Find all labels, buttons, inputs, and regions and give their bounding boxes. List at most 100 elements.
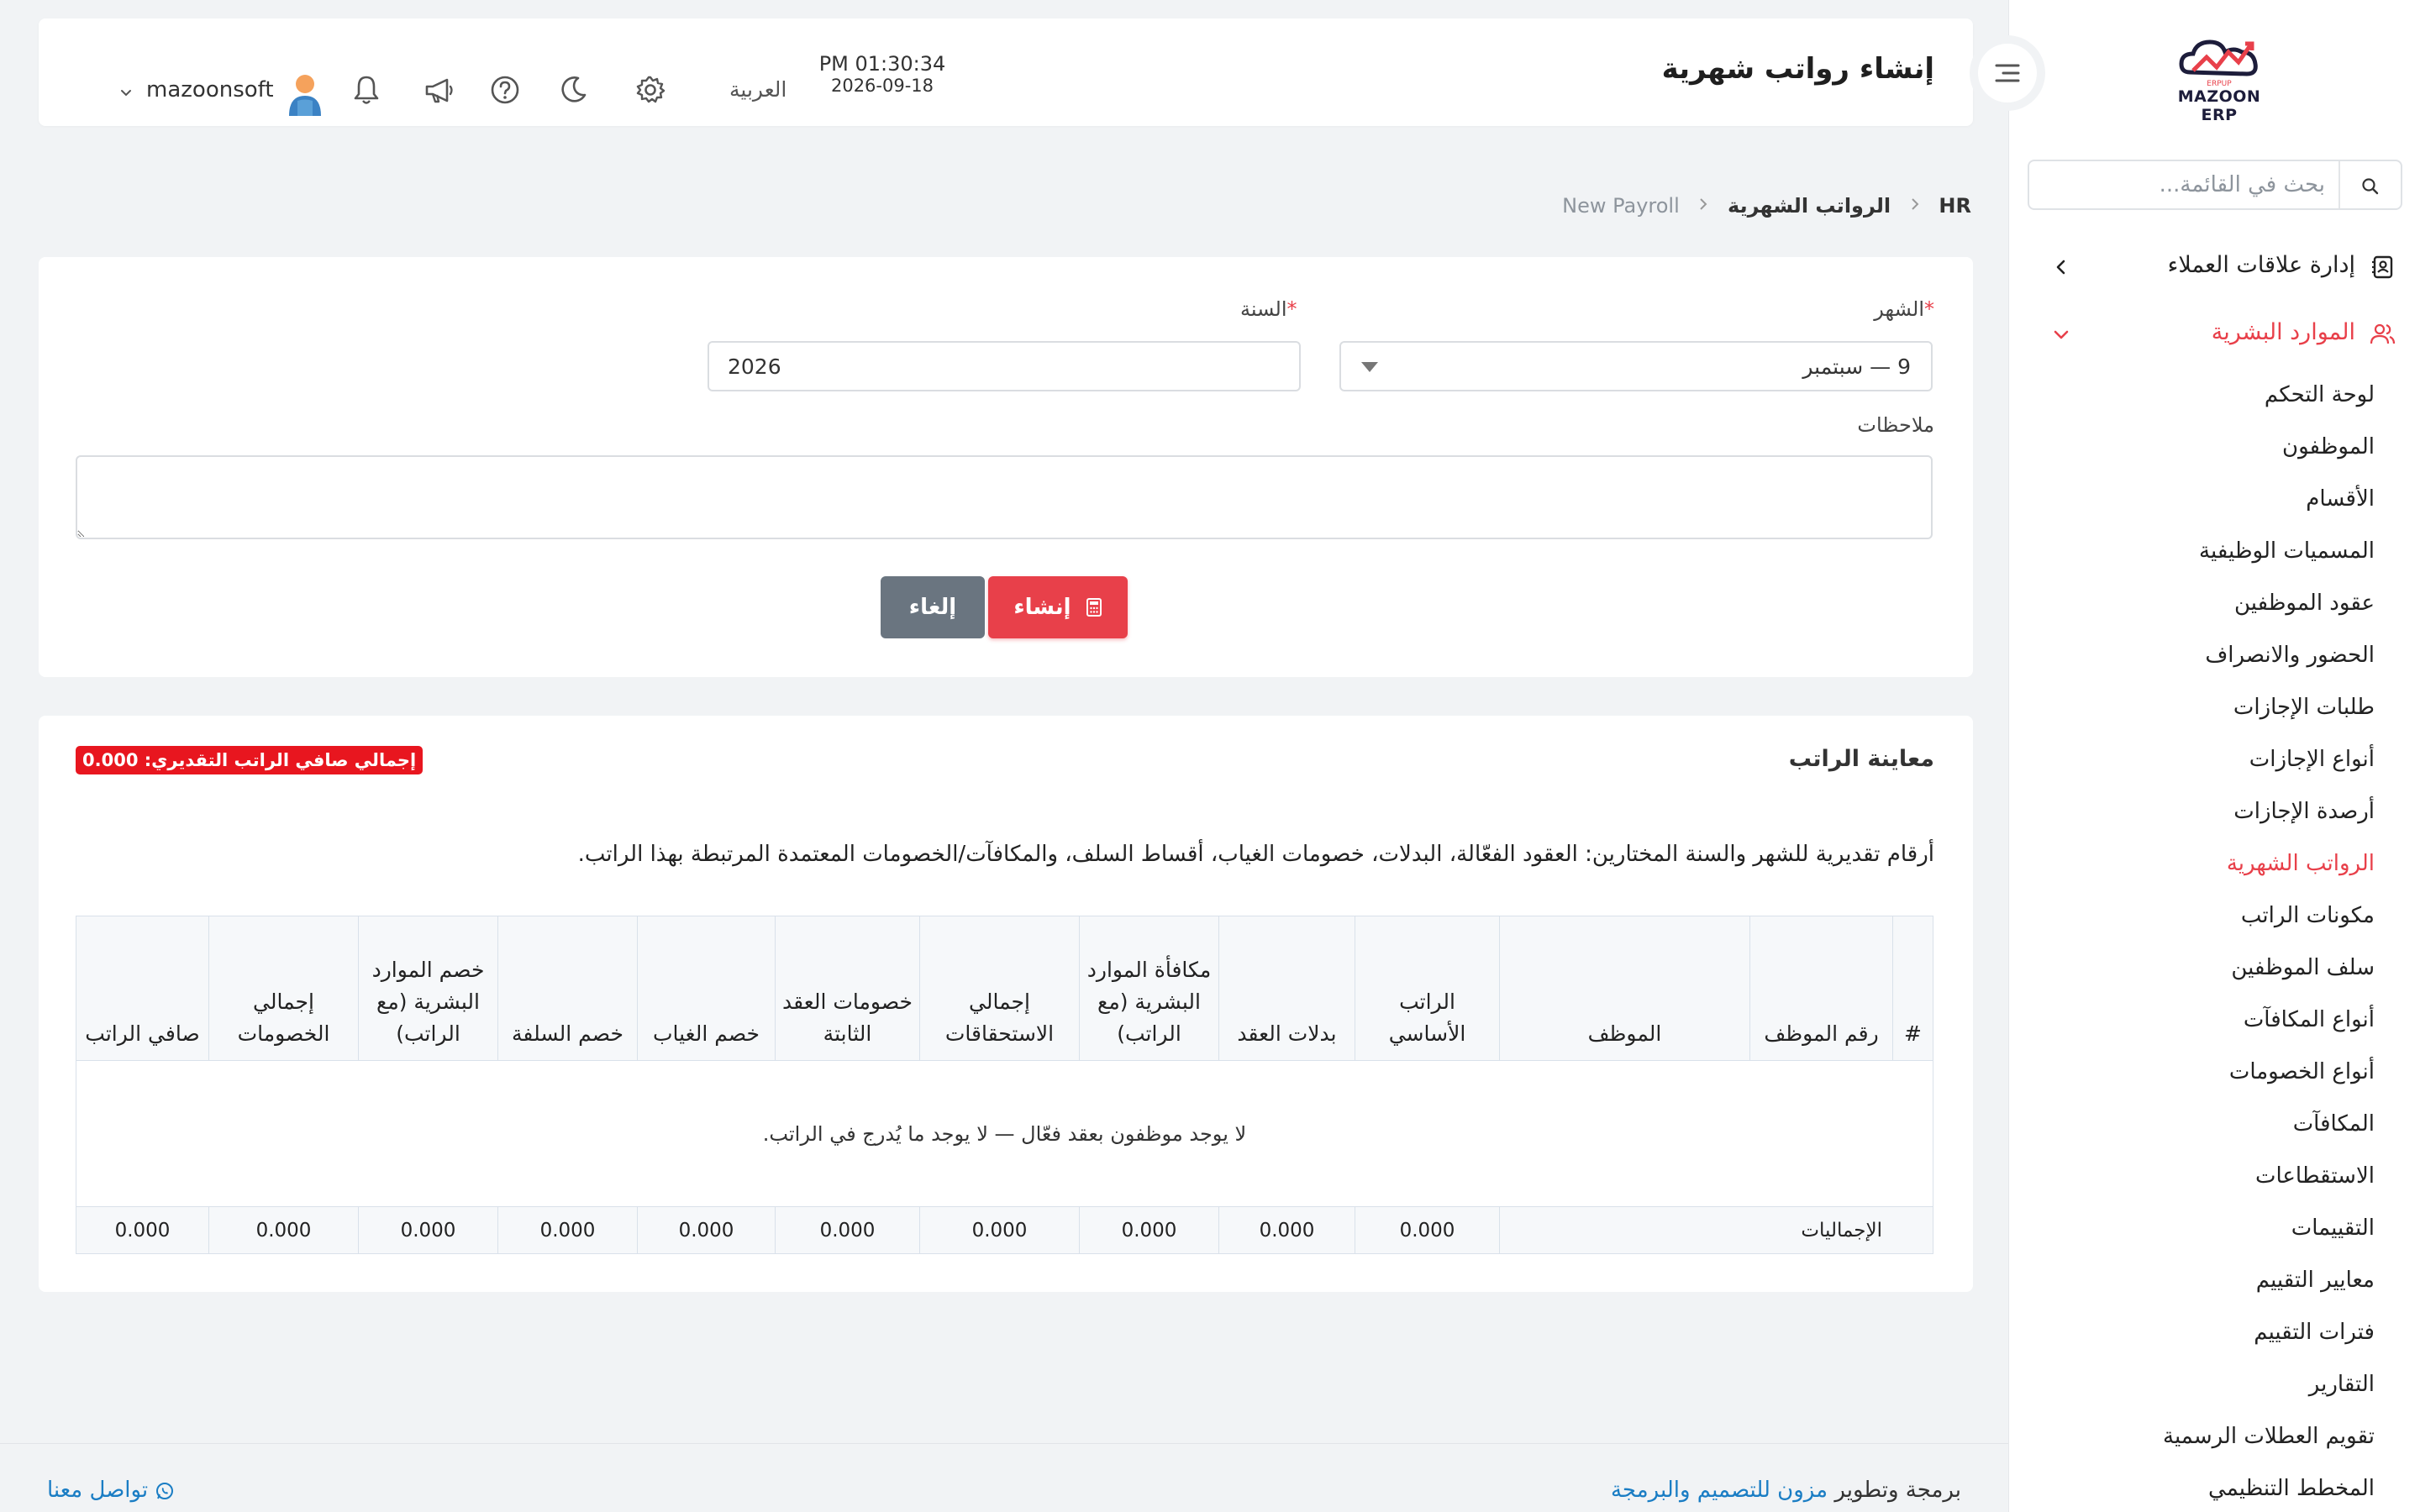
sidebar-item-reports[interactable]: التقارير <box>2072 1361 2375 1413</box>
dropdown-caret-icon <box>1361 362 1378 372</box>
sidebar-item-hr[interactable]: الموارد البشرية <box>2043 311 2404 358</box>
total-cell: 0.000 <box>775 1206 920 1254</box>
sidebar-item-evaluations[interactable]: التقييمات <box>2072 1205 2375 1257</box>
empty-message: لا يوجد موظفون بعقد فعّال — لا يوجد ما ي… <box>76 1060 1933 1207</box>
sidebar-item-deduction-types[interactable]: أنواع الخصومات <box>2072 1048 2375 1100</box>
column-header[interactable]: بدلات العقد <box>1218 916 1355 1061</box>
footer-company-link[interactable]: مزون للتصميم والبرمجة <box>1611 1478 1828 1503</box>
sidebar-item-deductions[interactable]: الاستقطاعات <box>2072 1152 2375 1205</box>
logo[interactable]: ERPUP MAZOON ERP <box>2160 30 2278 124</box>
sidebar-item-attendance[interactable]: الحضور والانصراف <box>2072 632 2375 684</box>
footer-credit: برمجة وتطوير مزون للتصميم والبرمجة <box>1611 1478 1961 1503</box>
sidebar-item-dashboard[interactable]: لوحة التحكم <box>2072 371 2375 423</box>
sidebar-item-salary-components[interactable]: مكونات الراتب <box>2072 892 2375 944</box>
table-header-row: # رقم الموظف الموظف الراتب الأساسي بدلات… <box>76 916 1933 1061</box>
payroll-form: *الشهر 9 — سبتمبر *السنة ملاحظات إنشاء إ… <box>39 257 1973 677</box>
sidebar: ERPUP MAZOON ERP إدارة علاقات العملاء ال… <box>2008 0 2420 1512</box>
top-header: إنشاء رواتب شهرية PM 01:30:34 2026-09-18… <box>39 18 1973 126</box>
avatar[interactable] <box>284 72 326 116</box>
totals-row: الإجماليات 0.000 0.000 0.000 0.000 0.000… <box>76 1206 1933 1254</box>
total-cell: 0.000 <box>1079 1206 1219 1254</box>
sidebar-item-crm-label: إدارة علاقات العملاء <box>2167 252 2355 278</box>
sidebar-item-evaluation-criteria[interactable]: معايير التقييم <box>2072 1257 2375 1309</box>
notes-label: ملاحظات <box>1857 413 1934 437</box>
column-header[interactable]: خصومات العقد الثابتة <box>775 916 920 1061</box>
totals-label: الإجماليات <box>1499 1206 1933 1254</box>
sidebar-item-employee-advances[interactable]: سلف الموظفين <box>2072 944 2375 996</box>
year-field[interactable] <box>708 341 1301 391</box>
contact-link[interactable]: تواصل معنا <box>47 1478 175 1503</box>
sidebar-item-employee-contracts[interactable]: عقود الموظفين <box>2072 580 2375 632</box>
sidebar-toggle-button[interactable] <box>1970 35 2045 111</box>
clock-time: PM 01:30:34 <box>818 52 946 76</box>
total-cell: 0.000 <box>919 1206 1080 1254</box>
month-select-value: 9 — سبتمبر <box>1802 354 1911 379</box>
sidebar-item-bonuses[interactable]: المكافآت <box>2072 1100 2375 1152</box>
sidebar-item-bonus-types[interactable]: أنواع المكافآت <box>2072 996 2375 1048</box>
column-header[interactable]: الراتب الأساسي <box>1355 916 1500 1061</box>
moon-icon[interactable] <box>556 73 590 107</box>
whatsapp-icon <box>156 1482 174 1499</box>
username[interactable]: mazoonsoft <box>146 77 274 102</box>
language-switch[interactable]: العربية <box>729 77 786 102</box>
chevron-down-icon <box>2054 330 2069 339</box>
column-header[interactable]: إجمالي الخصومات <box>208 916 359 1061</box>
sidebar-search-input[interactable] <box>2048 170 2325 200</box>
preview-description: أرقام تقديرية للشهر والسنة المختارين: ال… <box>577 842 1934 867</box>
help-icon[interactable] <box>488 73 522 107</box>
column-header[interactable]: الموظف <box>1499 916 1750 1061</box>
sidebar-item-leave-balances[interactable]: أرصدة الإجازات <box>2072 788 2375 840</box>
sidebar-item-departments[interactable]: الأقسام <box>2072 475 2375 528</box>
sidebar-item-job-titles[interactable]: المسميات الوظيفية <box>2072 528 2375 580</box>
column-header[interactable]: مكافأة الموارد البشرية (مع الراتب) <box>1079 916 1219 1061</box>
column-header[interactable]: خصم السلفة <box>497 916 638 1061</box>
column-header[interactable]: صافي الراتب <box>76 916 209 1061</box>
menu-icon <box>1995 64 2020 82</box>
year-label: *السنة <box>1240 297 1297 321</box>
megaphone-icon[interactable] <box>422 73 455 107</box>
total-cell: 0.000 <box>358 1206 498 1254</box>
chevron-right-icon <box>1700 198 1707 210</box>
breadcrumb-hr[interactable]: HR <box>1939 194 1971 218</box>
bell-icon[interactable] <box>350 73 383 107</box>
users-icon <box>2370 323 2396 344</box>
sidebar-item-org-chart[interactable]: المخطط التنظيمي <box>2072 1465 2375 1512</box>
hr-submenu: لوحة التحكم الموظفون الأقسام المسميات ال… <box>2072 371 2375 1512</box>
total-cell: 0.000 <box>497 1206 638 1254</box>
sidebar-item-evaluation-periods[interactable]: فترات التقييم <box>2072 1309 2375 1361</box>
column-header[interactable]: # <box>1892 916 1933 1061</box>
create-button-label: إنشاء <box>1013 595 1071 621</box>
chevron-left-icon <box>2056 260 2065 275</box>
column-header[interactable]: خصم الموارد البشرية (مع الراتب) <box>358 916 498 1061</box>
chevron-right-icon <box>1912 198 1919 210</box>
search-icon[interactable] <box>2360 176 2381 197</box>
sidebar-item-employees[interactable]: الموظفون <box>2072 423 2375 475</box>
month-label: *الشهر <box>1874 297 1934 321</box>
total-cell: 0.000 <box>637 1206 776 1254</box>
cancel-button[interactable]: إلغاء <box>881 576 985 638</box>
column-header[interactable]: خصم الغياب <box>637 916 776 1061</box>
notes-textarea[interactable] <box>76 455 1933 539</box>
total-cell: 0.000 <box>208 1206 359 1254</box>
sidebar-search[interactable] <box>2028 160 2402 210</box>
month-select[interactable]: 9 — سبتمبر <box>1339 341 1933 391</box>
payroll-preview: معاينة الراتب إجمالي صافي الراتب التقدير… <box>39 716 1973 1292</box>
column-header[interactable]: رقم الموظف <box>1749 916 1893 1061</box>
footer: برمجة وتطوير مزون للتصميم والبرمجة تواصل… <box>0 1443 2008 1512</box>
breadcrumb-payroll[interactable]: الرواتب الشهرية <box>1728 194 1891 218</box>
sidebar-item-monthly-payroll[interactable]: الرواتب الشهرية <box>2072 840 2375 892</box>
settings-icon[interactable] <box>634 73 667 107</box>
clock-date: 2026-09-18 <box>830 76 934 96</box>
column-header[interactable]: إجمالي الاستحقاقات <box>919 916 1080 1061</box>
sidebar-item-crm[interactable]: إدارة علاقات العملاء <box>2043 244 2404 291</box>
chevron-down-icon[interactable] <box>119 86 133 99</box>
preview-title: معاينة الراتب <box>1788 746 1934 772</box>
calculator-icon <box>1086 598 1102 617</box>
sidebar-item-leave-types[interactable]: أنواع الإجازات <box>2072 736 2375 788</box>
total-cell: 0.000 <box>1355 1206 1500 1254</box>
sidebar-item-leave-requests[interactable]: طلبات الإجازات <box>2072 684 2375 736</box>
year-input[interactable] <box>728 351 1232 381</box>
create-button[interactable]: إنشاء <box>988 576 1128 638</box>
sidebar-item-holidays-calendar[interactable]: تقويم العطلات الرسمية <box>2072 1413 2375 1465</box>
breadcrumb: New Payroll الرواتب الشهرية HR <box>1562 193 1971 218</box>
